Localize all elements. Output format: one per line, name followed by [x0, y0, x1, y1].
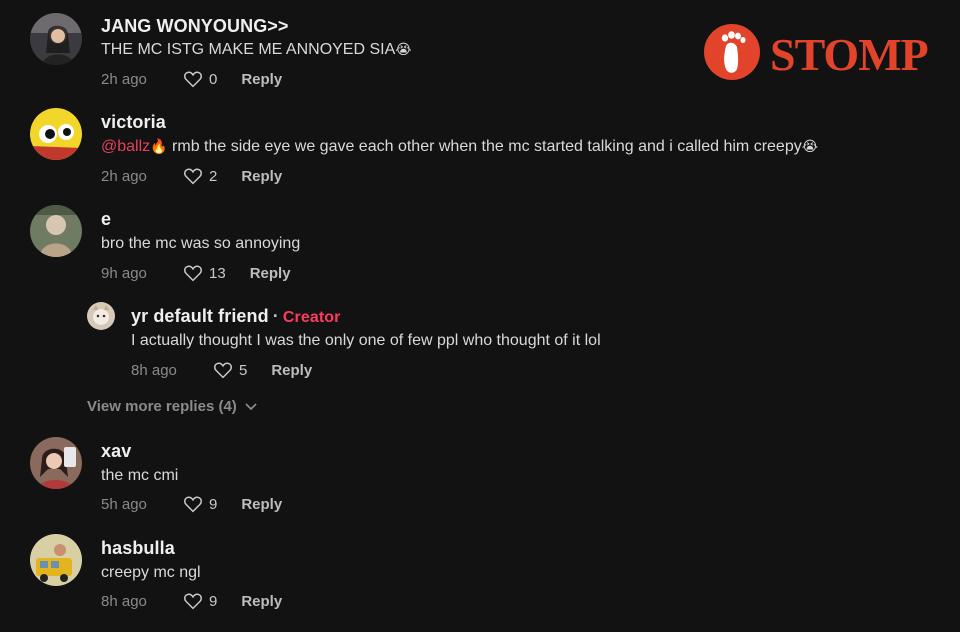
- comment-username[interactable]: JANG WONYOUNG>>: [101, 16, 289, 37]
- like-button[interactable]: 5: [213, 361, 247, 379]
- comment-text: @ballz🔥 rmb the side eye we gave each ot…: [101, 138, 819, 155]
- comment-username[interactable]: e: [101, 209, 111, 230]
- like-count: 9: [209, 592, 218, 610]
- view-more-label: View more replies (4): [87, 398, 237, 415]
- avatar[interactable]: [30, 205, 82, 257]
- reply-avatar[interactable]: [87, 302, 115, 330]
- mention-link[interactable]: @ballz: [101, 138, 150, 155]
- comment-time: 8h ago: [101, 592, 147, 610]
- reply-username[interactable]: yr default friend: [131, 306, 269, 326]
- comment-meta: 5h ago 9 Reply: [101, 495, 282, 513]
- reply-button[interactable]: Reply: [241, 593, 282, 610]
- heart-outline-icon: [184, 168, 202, 185]
- comment-time: 9h ago: [101, 264, 147, 282]
- like-count: 5: [239, 361, 248, 379]
- avatar[interactable]: [30, 534, 82, 586]
- comment-text: creepy mc ngl: [101, 564, 201, 581]
- like-count: 13: [209, 264, 226, 282]
- reply-button[interactable]: Reply: [241, 496, 282, 513]
- fire-emoji: 🔥: [150, 139, 168, 155]
- stomp-wordmark: STOMP: [770, 29, 929, 80]
- like-button[interactable]: 9: [183, 592, 217, 610]
- view-more-replies-button[interactable]: View more replies (4): [87, 398, 257, 415]
- comment-meta: 8h ago 9 Reply: [101, 592, 282, 610]
- comment-username[interactable]: hasbulla: [101, 538, 175, 559]
- footprint-icon: [704, 24, 760, 80]
- heart-outline-icon: [184, 265, 202, 282]
- comment-time: 2h ago: [101, 70, 147, 88]
- like-button[interactable]: 0: [183, 70, 217, 88]
- reply-button[interactable]: Reply: [271, 362, 312, 379]
- reply-meta: 8h ago 5 Reply: [131, 361, 312, 379]
- comment-meta: 9h ago 13 Reply: [101, 264, 291, 282]
- crying-emoji: 😭: [395, 42, 412, 58]
- comment-time: 2h ago: [101, 167, 147, 185]
- comment-meta: 2h ago 0 Reply: [101, 70, 282, 88]
- comment-text: bro the mc was so annoying: [101, 235, 301, 252]
- like-count: 9: [209, 495, 218, 513]
- like-button[interactable]: 13: [183, 264, 226, 282]
- like-button[interactable]: 9: [183, 495, 217, 513]
- reply-button[interactable]: Reply: [250, 265, 291, 282]
- heart-outline-icon: [184, 71, 202, 88]
- avatar[interactable]: [30, 437, 82, 489]
- comment-text: the mc cmi: [101, 467, 179, 484]
- like-button[interactable]: 2: [183, 167, 217, 185]
- avatar[interactable]: [30, 108, 82, 160]
- comment-meta: 2h ago 2 Reply: [101, 167, 282, 185]
- comment-time: 5h ago: [101, 495, 147, 513]
- reply-time: 8h ago: [131, 361, 177, 379]
- comment-text: THE MC ISTG MAKE ME ANNOYED SIA😭: [101, 41, 412, 58]
- heart-outline-icon: [184, 496, 202, 513]
- chevron-down-icon: [245, 402, 257, 410]
- heart-outline-icon: [214, 362, 232, 379]
- crying-emoji: 😭: [801, 139, 819, 155]
- reply-button[interactable]: Reply: [241, 71, 282, 88]
- comment-username[interactable]: victoria: [101, 112, 166, 133]
- stomp-logo: STOMP: [704, 24, 929, 82]
- avatar[interactable]: [30, 13, 82, 65]
- reply-header: yr default friend · Creator: [131, 306, 340, 327]
- comment-username[interactable]: xav: [101, 441, 131, 462]
- like-count: 2: [209, 167, 218, 185]
- reply-button[interactable]: Reply: [241, 168, 282, 185]
- reply-text: I actually thought I was the only one of…: [131, 332, 601, 349]
- heart-outline-icon: [184, 593, 202, 610]
- creator-badge: Creator: [282, 309, 341, 326]
- like-count: 0: [209, 70, 218, 88]
- separator-dot: ·: [272, 306, 279, 326]
